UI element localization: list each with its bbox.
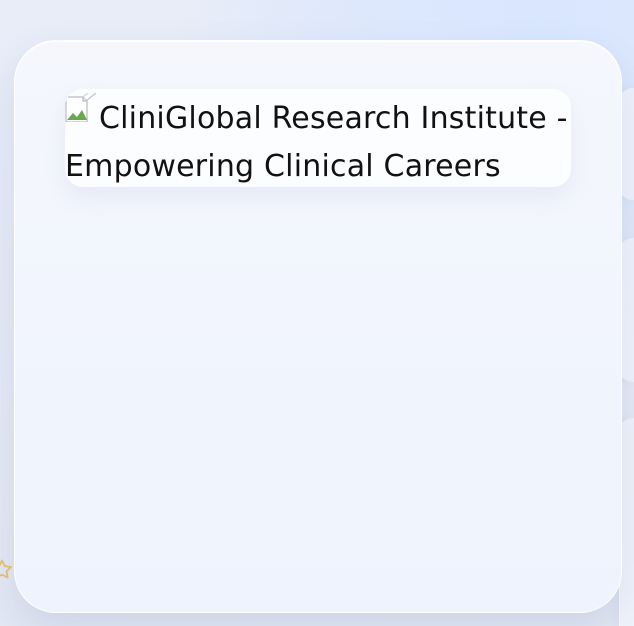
logo-container: CliniGlobal Research Institute - Empower… — [65, 89, 571, 187]
page: CliniGlobal Research Institute - Empower… — [0, 0, 634, 626]
star-icon — [0, 559, 12, 579]
content-card: CliniGlobal Research Institute - Empower… — [14, 40, 622, 613]
logo-alt-text: CliniGlobal Research Institute - Empower… — [65, 101, 568, 184]
